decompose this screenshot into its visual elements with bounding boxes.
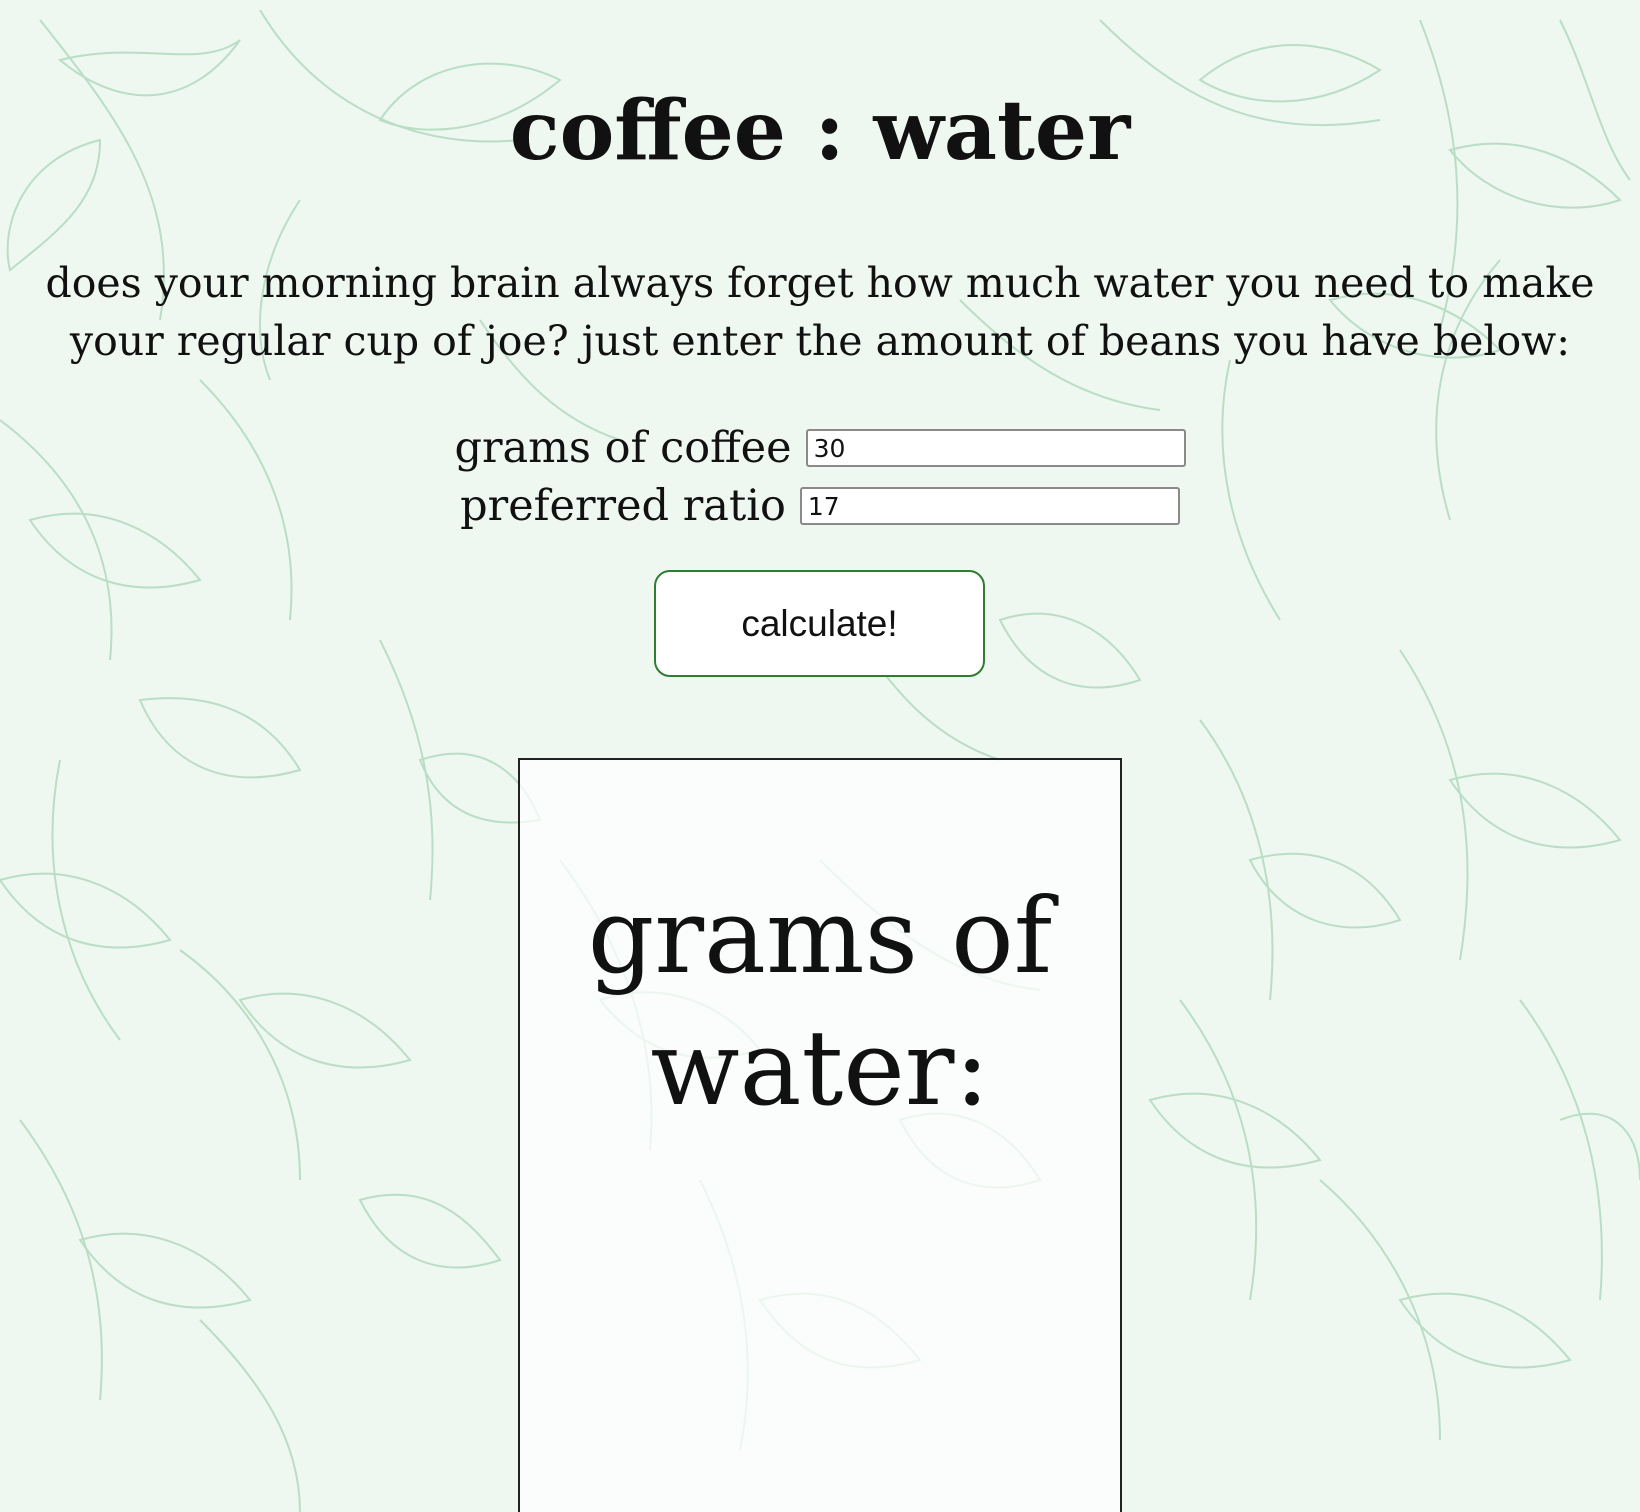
- coffee-grams-input[interactable]: [805, 429, 1186, 467]
- coffee-label: grams of coffee: [454, 423, 792, 473]
- ratio-label: preferred ratio: [460, 481, 786, 531]
- ratio-row: preferred ratio: [0, 478, 1640, 534]
- result-heading: grams of water:: [587, 875, 1053, 1129]
- page-title: coffee : water: [509, 83, 1131, 179]
- calculate-button[interactable]: calculate!: [654, 570, 985, 677]
- intro-text: does your morning brain always forget ho…: [45, 259, 1595, 365]
- page-content: coffee : water does your morning brain a…: [0, 0, 1640, 1512]
- result-panel: grams of water:: [518, 758, 1122, 1512]
- coffee-row: grams of coffee: [0, 420, 1640, 476]
- ratio-input[interactable]: [799, 487, 1180, 525]
